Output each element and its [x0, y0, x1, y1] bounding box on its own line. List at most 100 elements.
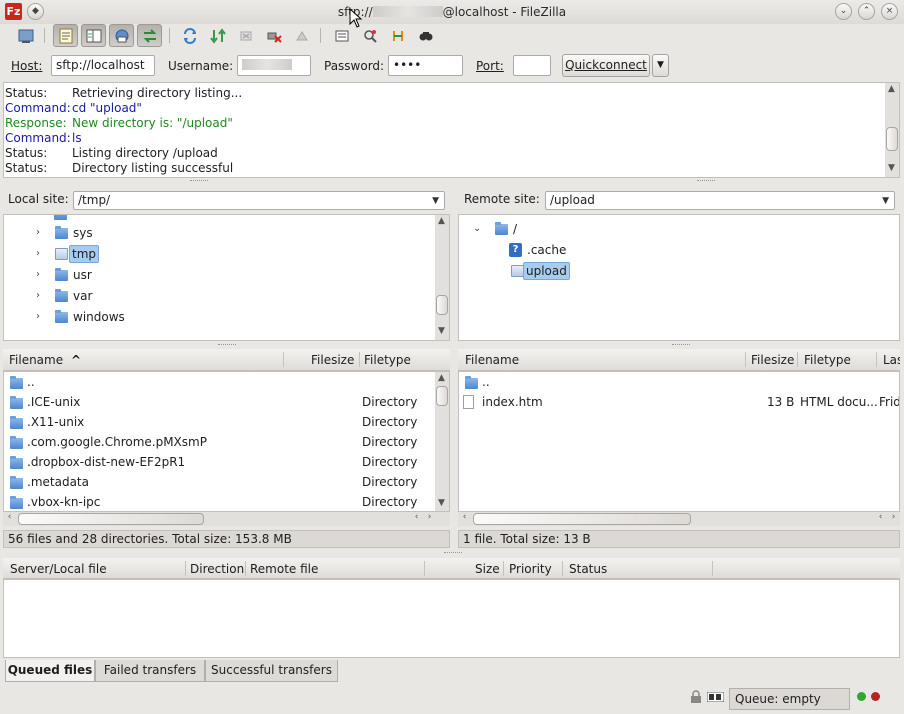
expand-arrow-icon[interactable]: › — [36, 287, 40, 305]
local-tree-scroll-thumb[interactable] — [436, 295, 448, 315]
maximize-button[interactable]: ⌃ — [858, 3, 875, 20]
minimize-button[interactable]: ⌄ — [835, 3, 852, 20]
scroll-down-icon[interactable]: ▼ — [435, 326, 448, 336]
log-type: Command: — [5, 131, 71, 145]
local-list-hscrollbar[interactable]: ‹ ‹ › — [3, 512, 450, 526]
username-input[interactable] — [237, 55, 311, 76]
log-message: cd "upload" — [72, 101, 142, 115]
host-input[interactable]: sftp://localhost — [51, 55, 155, 76]
list-item[interactable]: .metadata Directory — [4, 472, 434, 492]
local-tree-scrollbar[interactable]: ▲ ▼ — [435, 215, 449, 340]
column-divider[interactable] — [283, 352, 284, 367]
reconnect-button[interactable] — [289, 24, 314, 47]
scroll-up-icon[interactable]: ▲ — [435, 373, 448, 383]
expand-arrow-icon[interactable]: › — [36, 224, 40, 242]
column-server-local-file[interactable]: Server/Local file — [10, 562, 107, 576]
expand-arrow-icon[interactable]: › — [36, 308, 40, 326]
disconnect-button[interactable] — [261, 24, 286, 47]
list-item[interactable]: index.htm 13 B HTML docu... Frid — [459, 392, 899, 412]
list-item[interactable]: .dropbox-dist-new-EF2pR1 Directory — [4, 452, 434, 472]
column-divider[interactable] — [745, 352, 746, 367]
tree-node-label: var — [73, 289, 93, 303]
local-list-scroll-thumb[interactable] — [436, 386, 448, 406]
column-filesize[interactable]: Filesize — [751, 353, 794, 367]
column-last-modified[interactable]: Las — [883, 353, 900, 367]
scroll-left-icon[interactable]: ‹ — [874, 512, 887, 522]
synchronized-browsing-button[interactable] — [385, 24, 410, 47]
scroll-left-icon[interactable]: ‹ — [410, 512, 423, 522]
expand-arrow-icon[interactable]: › — [36, 266, 40, 284]
column-divider[interactable] — [503, 561, 504, 576]
folder-icon — [55, 289, 68, 302]
list-item[interactable]: .vbox-kn-ipc Directory — [4, 492, 434, 511]
column-filetype[interactable]: Filetype — [364, 353, 411, 367]
column-size[interactable]: Size — [475, 562, 500, 576]
column-divider[interactable] — [797, 352, 798, 367]
splitter-grip[interactable] — [444, 552, 462, 554]
log-scroll-thumb[interactable] — [886, 127, 898, 151]
scroll-up-icon[interactable]: ▲ — [435, 216, 448, 226]
scroll-left-icon[interactable]: ‹ — [3, 512, 16, 522]
tab-failed-transfers[interactable]: Failed transfers — [95, 660, 205, 682]
scroll-down-icon[interactable]: ▼ — [885, 163, 898, 173]
splitter-grip[interactable] — [190, 180, 208, 182]
close-button[interactable]: × — [881, 3, 898, 20]
toggle-local-tree-button[interactable] — [81, 24, 106, 47]
column-divider[interactable] — [562, 561, 563, 576]
search-remote-files-button[interactable] — [413, 24, 438, 47]
column-filetype[interactable]: Filetype — [804, 353, 851, 367]
scroll-up-icon[interactable]: ▲ — [885, 84, 898, 94]
scroll-left-icon[interactable]: ‹ — [458, 512, 471, 522]
process-queue-button[interactable] — [205, 24, 230, 47]
toggle-remote-tree-button[interactable] — [109, 24, 134, 47]
column-filename[interactable]: Filename — [465, 353, 519, 367]
cancel-operation-button[interactable] — [233, 24, 258, 47]
remote-site-combo[interactable]: /upload ▼ — [545, 191, 895, 210]
toggle-message-log-button[interactable] — [53, 24, 78, 47]
column-divider[interactable] — [245, 561, 246, 576]
list-item[interactable]: .ICE-unix Directory — [4, 392, 434, 412]
remote-list-hscrollbar[interactable]: ‹ ‹ › — [458, 512, 900, 526]
splitter-grip[interactable] — [218, 344, 236, 346]
refresh-button[interactable] — [177, 24, 202, 47]
log-scrollbar[interactable]: ▲ ▼ — [885, 83, 899, 177]
column-status[interactable]: Status — [569, 562, 607, 576]
scroll-right-icon[interactable]: › — [887, 512, 900, 522]
local-site-combo[interactable]: /tmp/ ▼ — [73, 191, 445, 210]
port-input[interactable] — [513, 55, 551, 76]
column-filesize[interactable]: Filesize — [311, 353, 354, 367]
column-divider[interactable] — [185, 561, 186, 576]
splitter-grip[interactable] — [697, 180, 715, 182]
toggle-transfer-queue-button[interactable] — [137, 24, 162, 47]
local-list-hscroll-thumb[interactable] — [18, 513, 204, 525]
scroll-down-icon[interactable]: ▼ — [435, 498, 448, 508]
list-item[interactable]: .. — [4, 372, 434, 392]
collapse-arrow-icon[interactable]: ⌄ — [473, 220, 481, 238]
splitter-grip[interactable] — [672, 344, 690, 346]
list-item[interactable]: .. — [459, 372, 899, 392]
tab-queued-files[interactable]: Queued files — [5, 660, 95, 682]
list-item[interactable]: .com.google.Chrome.pMXsmP Directory — [4, 432, 434, 452]
expand-arrow-icon[interactable]: › — [36, 245, 40, 263]
chevron-down-icon[interactable]: ▼ — [432, 194, 439, 209]
site-manager-button[interactable] — [13, 24, 38, 47]
scroll-right-icon[interactable]: › — [423, 512, 436, 522]
local-list-scrollbar[interactable]: ▲ ▼ — [435, 372, 449, 511]
column-divider[interactable] — [876, 352, 877, 367]
quickconnect-button[interactable]: Quickconnect — [562, 54, 650, 77]
column-divider[interactable] — [359, 352, 360, 367]
quickconnect-dropdown-button[interactable]: ▼ — [652, 54, 669, 77]
directory-compare-button[interactable] — [357, 24, 382, 47]
column-divider[interactable] — [712, 561, 713, 576]
list-item[interactable]: .X11-unix Directory — [4, 412, 434, 432]
remote-list-hscroll-thumb[interactable] — [473, 513, 691, 525]
tab-successful-transfers[interactable]: Successful transfers — [205, 660, 338, 682]
column-remote-file[interactable]: Remote file — [250, 562, 318, 576]
column-filename[interactable]: Filename ^ — [9, 353, 81, 367]
column-divider[interactable] — [424, 561, 425, 576]
directory-filter-button[interactable] — [329, 24, 354, 47]
chevron-down-icon[interactable]: ▼ — [882, 194, 889, 209]
column-direction[interactable]: Direction — [190, 562, 244, 576]
column-priority[interactable]: Priority — [509, 562, 552, 576]
password-input[interactable]: •••• — [388, 55, 463, 76]
